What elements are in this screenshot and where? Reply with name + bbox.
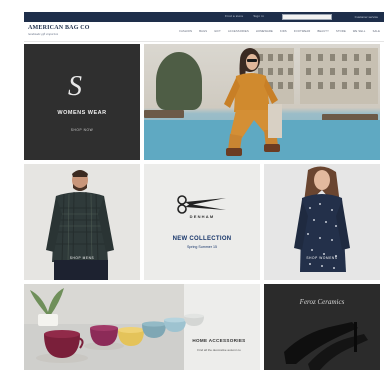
scissors-logo-icon <box>177 195 226 214</box>
brand-tagline: handmade gift emporium <box>28 32 59 36</box>
sign-in-link[interactable]: Sign in <box>253 14 264 18</box>
find-store-link[interactable]: Find a store <box>225 14 243 18</box>
new-collection-title: NEW COLLECTION <box>172 236 232 242</box>
home-accessories-title: HOME ACCESSORIES <box>192 338 246 343</box>
nav-item-sale[interactable]: SALE <box>373 30 380 33</box>
mens-tile[interactable]: SHOP MENS <box>24 164 140 280</box>
model-figure <box>224 48 282 156</box>
palm-tree <box>156 52 202 110</box>
womens-tile[interactable]: SHOP WOMENS <box>264 164 380 280</box>
season-subtitle: Spring Summer 15 <box>187 245 217 249</box>
monogram-letter: S <box>68 71 82 102</box>
nav-item-store[interactable]: STORE <box>336 30 346 33</box>
nav-item-bags[interactable]: BAGS <box>199 30 207 33</box>
denham-brand: DENHAM <box>189 214 215 219</box>
woman-model-image <box>294 166 350 272</box>
customer-service-link[interactable]: Customer service <box>355 15 378 19</box>
man-model-image <box>46 170 114 280</box>
black-heels-image <box>284 322 368 370</box>
shop-mens-link[interactable]: SHOP MENS <box>24 256 140 260</box>
search-box[interactable] <box>282 14 332 29</box>
brand-name: AMERICAN BAG CO <box>28 25 90 31</box>
nav-item-beauty[interactable]: BEAUTY <box>317 30 329 33</box>
sun-lounger <box>144 110 184 118</box>
shop-womens-link[interactable]: SHOP WOMENS <box>264 256 380 260</box>
nav-item-accessories[interactable]: ACCESSORIES <box>228 30 249 33</box>
script-logo: Feroz Ceramics <box>299 298 345 306</box>
nav-item-kids[interactable]: KIDS <box>280 30 287 33</box>
monogram-logo: S <box>68 72 98 102</box>
building <box>300 48 378 104</box>
womens-wear-tile[interactable]: S WOMENS WEAR SHOP NOW <box>24 44 140 160</box>
home-accessories-subtitle: Find all the decorative autumn to <box>197 348 241 352</box>
main-nav: FASHION BAGS GIFT ACCESSORIES HOMEWARE K… <box>179 30 380 33</box>
shop-now-link[interactable]: SHOP NOW <box>24 128 140 132</box>
womens-wear-title: WOMENS WEAR <box>57 110 107 116</box>
nav-item-fashion[interactable]: FASHION <box>179 30 192 33</box>
top-utility-bar: Find a store Sign in Customer service <box>24 12 384 29</box>
home-accessories-tile[interactable]: HOME ACCESSORIES Find all the decorative… <box>24 284 260 370</box>
denham-collection-tile[interactable]: DENHAM NEW COLLECTION Spring Summer 15 <box>144 164 260 280</box>
nav-item-we-sell[interactable]: WE SELL <box>353 30 366 33</box>
nav-item-gift[interactable]: GIFT <box>214 30 221 33</box>
cups-image <box>36 313 204 363</box>
utility-links: Find a store Sign in <box>225 14 264 18</box>
ceramics-tile[interactable]: Feroz Ceramics <box>264 284 380 370</box>
site-logo[interactable]: AMERICAN BAG CO handmade gift emporium <box>28 25 90 36</box>
site-header: AMERICAN BAG CO handmade gift emporium F… <box>24 22 384 42</box>
nav-item-homeware[interactable]: HOMEWARE <box>256 30 273 33</box>
hero-poolside-image[interactable] <box>144 44 380 160</box>
nav-item-footwear[interactable]: FOOTWEAR <box>294 30 311 33</box>
